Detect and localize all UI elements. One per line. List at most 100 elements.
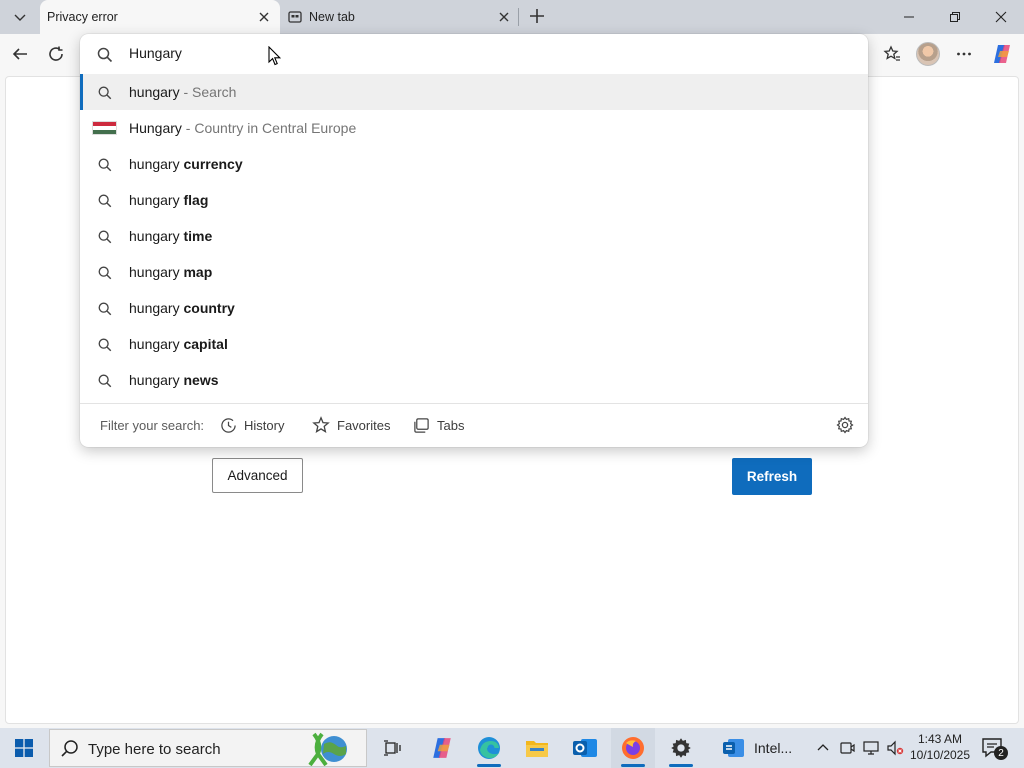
firefox-taskbar-button[interactable] — [611, 728, 655, 768]
suggestion-prefix: hungary — [129, 84, 180, 100]
plus-icon — [530, 9, 544, 23]
clock-date: 10/10/2025 — [909, 748, 971, 762]
tab-privacy-error[interactable]: Privacy error — [40, 0, 280, 34]
taskbar-clock[interactable]: 1:43 AM 10/10/2025 — [904, 731, 976, 763]
suggestion-text: hungary flag — [129, 192, 208, 208]
taskbar-search-box[interactable]: Type here to search — [49, 729, 367, 767]
start-button[interactable] — [0, 728, 48, 768]
filter-history-label: History — [244, 417, 285, 433]
suggestion-completion: currency — [183, 156, 243, 172]
search-icon — [96, 156, 114, 174]
suggestion-text: hungary news — [129, 372, 219, 388]
filter-tabs-label: Tabs — [437, 417, 465, 433]
suggestion-prefix: hungary — [129, 300, 184, 316]
address-bar-input[interactable]: Hungary — [129, 45, 182, 61]
file-explorer-button[interactable] — [515, 728, 559, 768]
suggestion-completion: country — [183, 300, 235, 316]
copilot-button[interactable] — [988, 40, 1016, 68]
suggestion-subtitle: - Search — [179, 84, 237, 100]
filter-label: Filter your search: — [100, 418, 205, 433]
filter-favorites-label: Favorites — [337, 417, 391, 433]
refresh-button[interactable] — [42, 40, 70, 68]
search-icon — [96, 228, 114, 246]
settings-more-button[interactable] — [950, 40, 978, 68]
search-icon — [96, 300, 114, 318]
filter-favorites-button[interactable]: Favorites — [312, 414, 390, 436]
suggestion-completion: capital — [183, 336, 228, 352]
refresh-icon — [49, 46, 63, 61]
suggestion-text: hungary map — [129, 264, 212, 280]
network-icon — [863, 741, 879, 755]
suggestion-item[interactable]: hungary news — [80, 362, 868, 398]
camera-icon — [840, 742, 855, 754]
page-refresh-button[interactable]: Refresh — [732, 458, 812, 495]
new-tab-button[interactable] — [526, 5, 548, 27]
task-view-icon — [384, 740, 401, 756]
suggestion-prefix: hungary — [129, 336, 184, 352]
minimize-icon — [904, 16, 914, 18]
search-filter-bar: Filter your search: History Favorites Ta… — [80, 404, 868, 447]
suggestion-text: hungary currency — [129, 156, 243, 172]
tab-close-button[interactable] — [256, 9, 272, 25]
suggestion-item[interactable]: hungary - Search — [80, 74, 868, 110]
search-icon — [96, 264, 114, 282]
suggestion-item[interactable]: hungary map — [80, 254, 868, 290]
notification-count-badge: 2 — [994, 746, 1008, 760]
profile-avatar[interactable] — [916, 42, 940, 66]
suggestion-completion: map — [183, 264, 213, 280]
copilot-icon — [433, 738, 451, 758]
suggestion-text: hungary time — [129, 228, 212, 244]
advanced-button[interactable]: Advanced — [212, 458, 303, 493]
suggestion-prefix: hungary — [129, 264, 184, 280]
copilot-taskbar-button[interactable] — [420, 728, 464, 768]
tray-meet-button[interactable] — [836, 728, 858, 768]
tab-new-tab[interactable]: New tab — [282, 0, 520, 34]
suggestion-item[interactable]: hungary country — [80, 290, 868, 326]
edge-taskbar-button[interactable] — [467, 728, 511, 768]
suggestion-text: hungary - Search — [129, 84, 236, 100]
suggestion-completion: flag — [183, 192, 209, 208]
favorites-button[interactable] — [878, 40, 906, 68]
more-horizontal-icon — [957, 52, 971, 56]
search-settings-button[interactable] — [835, 415, 855, 435]
search-icon — [96, 192, 114, 210]
filter-tabs-button[interactable]: Tabs — [413, 414, 464, 436]
suggestion-prefix: hungary — [129, 228, 184, 244]
history-icon — [221, 417, 236, 433]
suggestion-item[interactable]: hungary time — [80, 218, 868, 254]
restore-button[interactable] — [932, 0, 978, 34]
gear-icon — [836, 416, 854, 434]
tabs-icon — [414, 417, 429, 433]
suggestion-prefix: Hungary — [129, 120, 182, 136]
address-bar[interactable]: Hungary — [80, 34, 868, 74]
suggestion-item[interactable]: hungary currency — [80, 146, 868, 182]
outlook-taskbar-button[interactable] — [563, 728, 607, 768]
show-hidden-icons-button[interactable] — [812, 728, 834, 768]
chevron-up-icon — [817, 744, 829, 751]
awareness-ribbon-globe-icon — [308, 732, 347, 766]
intel-app-label: Intel... — [754, 740, 793, 756]
star-list-icon — [883, 45, 900, 61]
settings-taskbar-button[interactable] — [659, 728, 703, 768]
intel-app-taskbar-button[interactable]: Intel... — [716, 728, 802, 768]
back-button[interactable] — [6, 40, 34, 68]
search-icon — [96, 372, 114, 390]
suggestion-item[interactable]: hungary flag — [80, 182, 868, 218]
tab-title: Privacy error — [47, 10, 118, 24]
tray-volume-button[interactable] — [884, 728, 906, 768]
minimize-button[interactable] — [886, 0, 932, 34]
taskbar-search-placeholder: Type here to search — [88, 741, 221, 758]
suggestion-item[interactable]: hungary capital — [80, 326, 868, 362]
filter-history-button[interactable]: History — [220, 414, 284, 436]
task-view-button[interactable] — [370, 728, 414, 768]
edge-browser-icon — [478, 737, 500, 759]
suggestion-text: Hungary - Country in Central Europe — [129, 120, 356, 136]
intel-app-icon — [723, 739, 744, 757]
suggestion-item[interactable]: Hungary - Country in Central Europe — [80, 110, 868, 146]
close-window-button[interactable] — [978, 0, 1024, 34]
tab-close-button[interactable] — [496, 9, 512, 25]
tab-actions-menu-button[interactable] — [6, 5, 34, 29]
close-icon — [259, 12, 269, 22]
title-bar: Privacy error New tab — [0, 0, 1024, 34]
tray-network-button[interactable] — [860, 728, 882, 768]
